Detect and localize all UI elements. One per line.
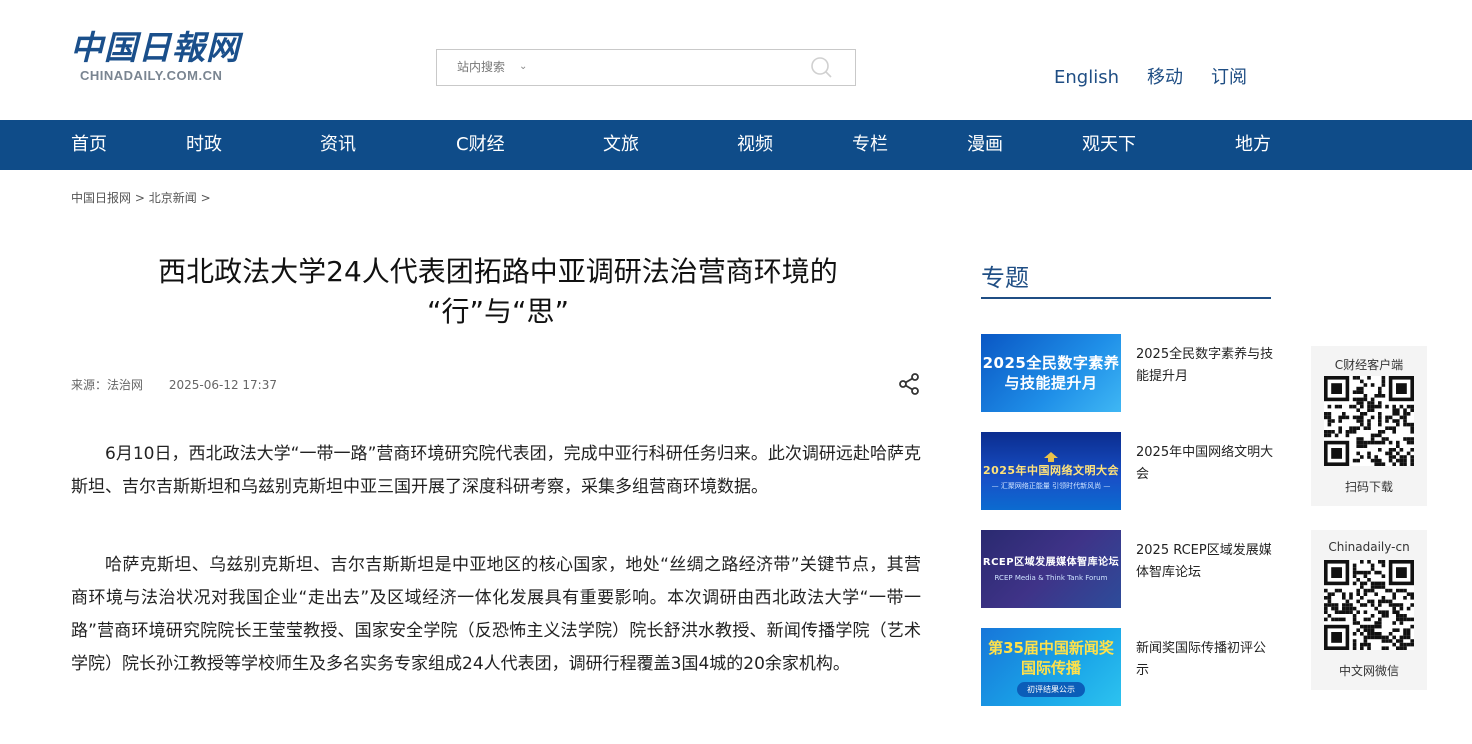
nav-item-comics[interactable]: 漫画 xyxy=(967,120,1003,170)
banner-text: 2025全民数字素养 xyxy=(982,354,1120,372)
emblem-icon xyxy=(1044,451,1058,462)
english-link[interactable]: English xyxy=(1054,64,1119,92)
nav-item-finance[interactable]: C财经 xyxy=(456,120,505,170)
topic-title-link[interactable]: 2025年中国网络文明大会 xyxy=(1136,442,1276,486)
chevron-down-icon[interactable]: ⌄ xyxy=(519,50,527,85)
qr-card-caption: 中文网微信 xyxy=(1338,664,1399,678)
banner-pill: 初评结果公示 xyxy=(1017,681,1085,697)
banner-text: RCEP区域发展媒体智库论坛 xyxy=(982,556,1120,568)
nav-item-columns[interactable]: 专栏 xyxy=(852,120,888,170)
logo-english-text: CHINADAILY.COM.CN xyxy=(80,68,223,83)
share-icon[interactable] xyxy=(897,372,921,396)
site-logo[interactable]: 中国日報网 CHINADAILY.COM.CN xyxy=(70,28,240,92)
logo-chinese-text: 中国日報网 xyxy=(70,28,240,67)
topic-banner-image[interactable]: RCEP区域发展媒体智库论坛 RCEP Media & Think Tank F… xyxy=(981,530,1121,608)
nav-item-video[interactable]: 视频 xyxy=(737,120,773,170)
site-search-box: 站内搜索 ⌄ xyxy=(436,49,856,86)
search-scope-select[interactable]: 站内搜索 xyxy=(457,50,505,85)
qr-card-app: C财经客户端 扫码下载 xyxy=(1311,346,1427,506)
banner-subtext: RCEP Media & Think Tank Forum xyxy=(994,573,1108,582)
mobile-link[interactable]: 移动 xyxy=(1147,64,1183,92)
article-paragraph: 6月10日，西北政法大学“一带一路”营商环境研究院代表团，完成中亚行科研任务归来… xyxy=(71,444,921,497)
topics-heading: 专题 xyxy=(981,264,1029,292)
search-input[interactable] xyxy=(537,54,797,81)
topic-title-link[interactable]: 新闻奖国际传播初评公示 xyxy=(1136,638,1276,682)
subscribe-link[interactable]: 订阅 xyxy=(1211,64,1247,92)
topics-divider xyxy=(981,297,1271,299)
nav-item-world[interactable]: 观天下 xyxy=(1082,120,1136,170)
article-date: 2025-06-12 17:37 xyxy=(168,378,277,392)
nav-item-news[interactable]: 资讯 xyxy=(320,120,356,170)
topic-item[interactable]: 2025年中国网络文明大会 — 汇聚网络正能量 引领时代新风尚 — 2025年中… xyxy=(981,432,1281,510)
topic-title-link[interactable]: 2025全民数字素养与技能提升月 xyxy=(1136,344,1276,388)
article-meta: 来源：法治网 2025-06-12 17:37 xyxy=(71,376,277,393)
qr-card-title: C财经客户端 xyxy=(1334,358,1404,372)
breadcrumb-separator: > xyxy=(134,191,145,205)
qr-code-image xyxy=(1324,560,1414,650)
nav-item-local[interactable]: 地方 xyxy=(1235,120,1271,170)
topic-item[interactable]: 2025全民数字素养 与技能提升月 2025全民数字素养与技能提升月 xyxy=(981,334,1281,412)
breadcrumb-home-link[interactable]: 中国日报网 xyxy=(71,191,131,205)
banner-subtext: — 汇聚网络正能量 引领时代新风尚 — xyxy=(991,481,1111,490)
main-nav: 首页 时政 资讯 C财经 文旅 视频 专栏 漫画 观天下 地方 xyxy=(0,120,1472,170)
banner-text: 与技能提升月 xyxy=(1004,374,1098,392)
search-icon[interactable] xyxy=(809,55,835,81)
page: 中国日報网 CHINADAILY.COM.CN 站内搜索 ⌄ English 移… xyxy=(0,0,1472,744)
nav-item-culture-travel[interactable]: 文旅 xyxy=(603,120,639,170)
topic-title-link[interactable]: 2025 RCEP区域发展媒体智库论坛 xyxy=(1136,540,1276,584)
breadcrumb-separator: > xyxy=(200,191,211,205)
nav-item-politics[interactable]: 时政 xyxy=(186,120,222,170)
article-title-line: 西北政法大学24人代表团拓路中亚调研法治营商环境的 xyxy=(158,255,838,288)
article-title: 西北政法大学24人代表团拓路中亚调研法治营商环境的 “行”与“思” xyxy=(110,252,886,332)
topic-item[interactable]: 第35届中国新闻奖 国际传播 初评结果公示 新闻奖国际传播初评公示 xyxy=(981,628,1281,706)
qr-card-caption: 扫码下载 xyxy=(1344,480,1393,494)
top-links: English 移动 订阅 xyxy=(1054,64,1247,92)
banner-text: 第35届中国新闻奖 xyxy=(988,638,1114,657)
breadcrumb: 中国日报网 > 北京新闻 > xyxy=(71,189,211,206)
topic-item[interactable]: RCEP区域发展媒体智库论坛 RCEP Media & Think Tank F… xyxy=(981,530,1281,608)
qr-code-image xyxy=(1324,376,1414,466)
nav-item-home[interactable]: 首页 xyxy=(71,120,107,170)
article-title-line: “行”与“思” xyxy=(426,295,570,328)
breadcrumb-section-link[interactable]: 北京新闻 xyxy=(149,191,197,205)
article-paragraph: 哈萨克斯坦、乌兹别克斯坦、吉尔吉斯斯坦是中亚地区的核心国家，地处“丝绸之路经济带… xyxy=(71,555,921,674)
topic-banner-image[interactable]: 2025年中国网络文明大会 — 汇聚网络正能量 引领时代新风尚 — xyxy=(981,432,1121,510)
topic-banner-image[interactable]: 第35届中国新闻奖 国际传播 初评结果公示 xyxy=(981,628,1121,706)
qr-card-wechat: Chinadaily-cn 中文网微信 xyxy=(1311,530,1427,690)
topic-banner-image[interactable]: 2025全民数字素养 与技能提升月 xyxy=(981,334,1121,412)
article-source: 来源：法治网 xyxy=(71,378,144,392)
banner-text: 国际传播 xyxy=(1020,658,1081,677)
banner-text: 2025年中国网络文明大会 xyxy=(982,463,1120,477)
qr-card-title: Chinadaily-cn xyxy=(1328,540,1410,554)
